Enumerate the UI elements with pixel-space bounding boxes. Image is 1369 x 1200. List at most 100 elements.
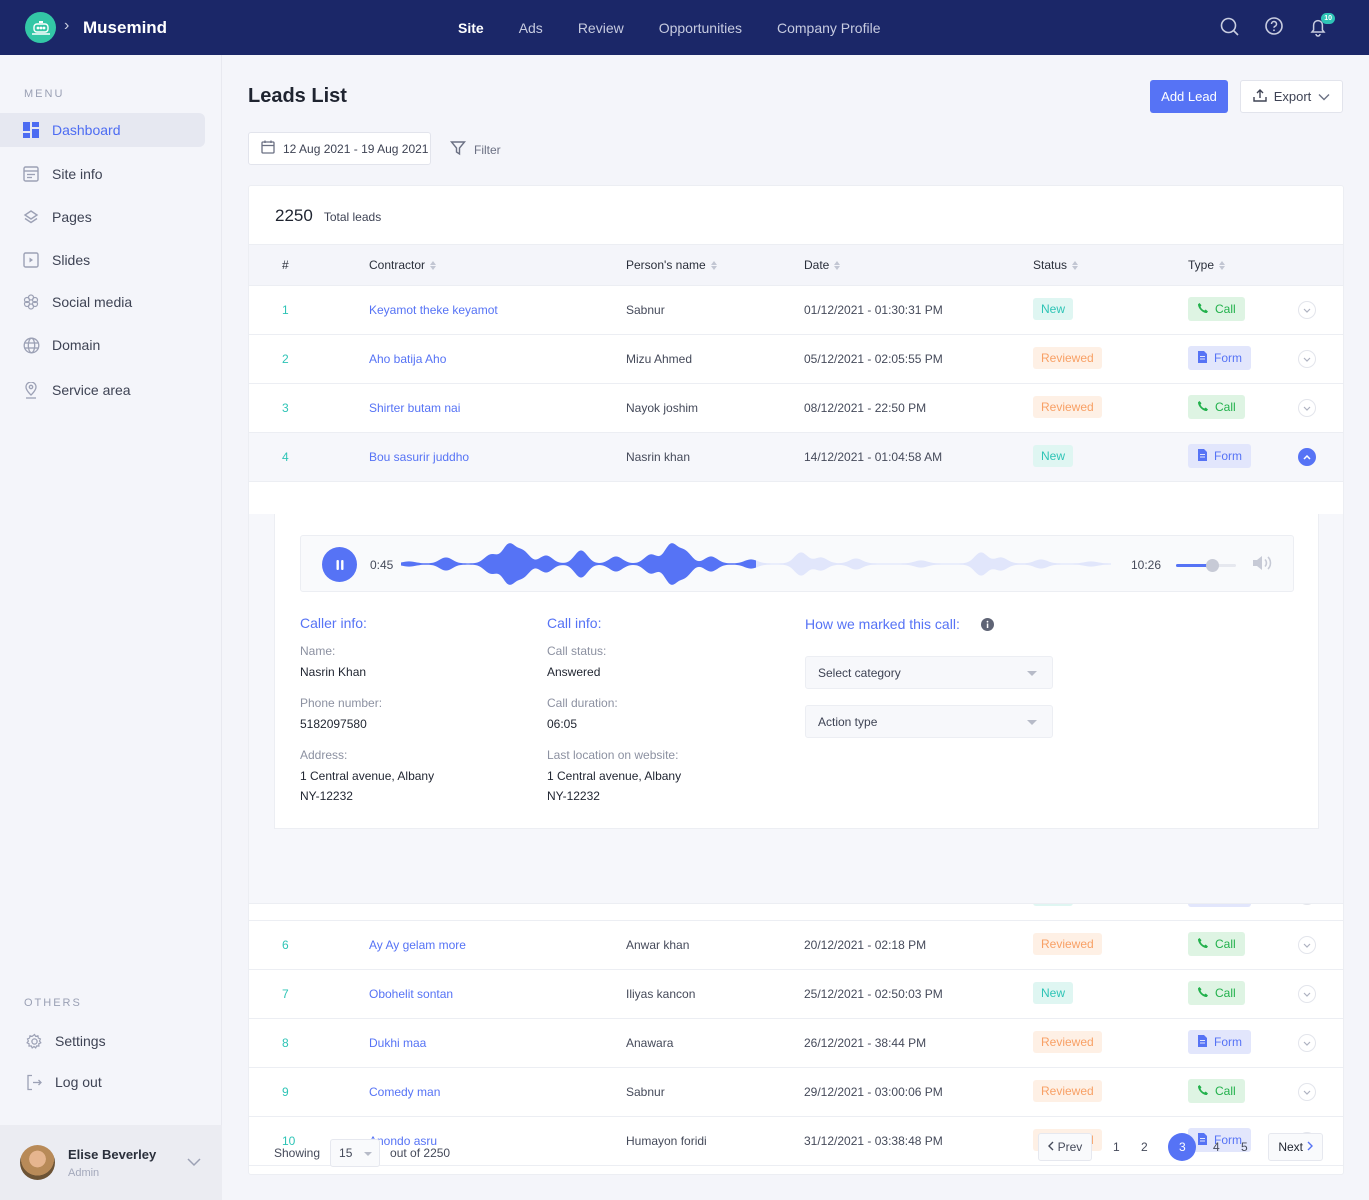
expand-row-button[interactable] [1298,301,1316,319]
expand-row-button[interactable] [1298,985,1316,1003]
sidebar-item-settings[interactable]: Settings [0,1024,205,1058]
phone-icon [1197,302,1209,317]
site-info-icon [22,165,40,183]
sort-icon [710,260,717,270]
table-row[interactable]: 1 Keyamot theke keyamot Sabnur 01/12/2021 -… [249,286,1343,335]
action-type-select[interactable]: Action type [805,705,1053,738]
header-contractor[interactable]: Contractor [369,258,437,272]
menu-label: MENU [24,88,65,100]
per-page-value: 15 [339,1146,353,1160]
add-lead-button[interactable]: Add Lead [1150,80,1228,113]
expand-row-button[interactable] [1298,399,1316,417]
info-icon[interactable] [981,618,994,634]
category-select[interactable]: Select category [805,656,1053,689]
type-label: Form [1214,1035,1242,1049]
sidebar-item-slides[interactable]: Slides [0,243,205,277]
chevron-down-icon[interactable] [187,1155,201,1170]
leads-card: 2250 Total leads # Contractor Person's n… [248,185,1344,1175]
per-page-select[interactable]: 15 [330,1139,381,1167]
expand-row-button[interactable] [1298,350,1316,368]
sidebar-item-site-info[interactable]: Site info [0,157,205,191]
filter-label: Filter [474,142,501,157]
musemind-logo[interactable] [25,12,56,43]
page-5[interactable]: 5 [1230,1133,1258,1161]
lead-date: 29/12/2021 - 03:00:06 PM [804,1085,943,1099]
table-row[interactable]: 3 Shirter butam nai Nayok joshim 08/12/2021… [249,384,1343,433]
contractor-link[interactable]: Comedy man [369,1085,440,1099]
type-badge: Call [1188,981,1245,1005]
header-label: Status [1033,258,1068,272]
social-icon [22,293,40,311]
page-3[interactable]: 3 [1168,1133,1197,1161]
contractor-link[interactable]: Ay Ay gelam more [369,938,466,952]
chevron-left-icon [1047,1140,1054,1154]
sidebar-item-social-media[interactable]: Social media [0,285,205,319]
contractor-link[interactable]: Aho batija Aho [369,352,446,366]
filter-button[interactable]: Filter [450,140,501,159]
header-status[interactable]: Status [1033,258,1079,272]
sidebar-item-service-area[interactable]: Service area [0,373,205,407]
header-number: # [282,258,289,272]
action-type-select-text: Action type [818,714,878,729]
bell-icon[interactable]: 10 [1307,13,1335,38]
sort-icon [1072,260,1079,270]
call-status-label: Call status: [547,644,607,658]
top-nav-review[interactable]: Review [578,20,624,36]
top-nav-opportunities[interactable]: Opportunities [659,20,742,36]
lead-date: 05/12/2021 - 02:05:55 PM [804,352,943,366]
sidebar-item-logout[interactable]: Log out [0,1065,205,1099]
sidebar-item-domain[interactable]: Domain [0,328,205,362]
total-count: 2250 [275,206,313,225]
search-icon[interactable] [1219,16,1241,38]
call-duration-label: Call duration: [547,696,618,710]
type-label: Form [1214,351,1242,365]
table-row[interactable]: 8 Dukhi maa Anawara 26/12/2021 - 38:44 PM Re… [249,1019,1343,1068]
type-badge: Form [1188,444,1251,468]
table-row[interactable]: 7 Obohelit sontan Iliyas kancon 25/12/2021 … [249,970,1343,1019]
brand-name[interactable]: Musemind [83,18,167,38]
sidebar: MENU Dashboard Site info Pages Slides So… [0,55,222,1200]
help-icon[interactable] [1263,16,1285,38]
avatar [20,1145,55,1180]
contractor-link[interactable]: Bou sasurir juddho [369,450,469,464]
pause-button[interactable] [322,547,357,582]
header-person-name[interactable]: Person's name [626,258,717,272]
volume-knob[interactable] [1206,559,1219,572]
sidebar-item-dashboard[interactable]: Dashboard [0,113,205,147]
top-nav-company-profile[interactable]: Company Profile [777,20,881,36]
type-label: Form [1214,449,1242,463]
header-type[interactable]: Type [1188,258,1226,272]
user-profile[interactable]: Elise Beverley Admin [0,1125,222,1200]
expand-row-button[interactable] [1298,1083,1316,1101]
page-2[interactable]: 2 [1130,1133,1158,1161]
sidebar-item-pages[interactable]: Pages [0,200,205,234]
expand-row-button[interactable] [1298,1034,1316,1052]
date-range-picker[interactable]: 12 Aug 2021 - 19 Aug 2021 [248,132,431,165]
collapse-row-button[interactable] [1298,448,1316,466]
contractor-link[interactable]: Shirter butam nai [369,401,460,415]
contractor-link[interactable]: Keyamot theke keyamot [369,303,498,317]
page-4[interactable]: 4 [1202,1133,1230,1161]
next-button[interactable]: Next [1268,1133,1323,1161]
user-name: Elise Beverley [68,1146,157,1162]
contractor-link[interactable]: Dukhi maa [369,1036,426,1050]
prev-button[interactable]: Prev [1037,1133,1093,1161]
export-button[interactable]: Export [1240,80,1343,113]
sidebar-item-label: Settings [55,1033,106,1049]
table-row[interactable]: 4 Bou sasurir juddho Nasrin khan 14/12/2021… [249,433,1343,482]
speaker-icon[interactable] [1251,554,1273,575]
top-nav-site[interactable]: Site [458,20,484,36]
person-name: Sabnur [626,1085,665,1099]
contractor-link[interactable]: Obohelit sontan [369,987,453,1001]
header-date[interactable]: Date [804,258,841,272]
expand-row-button[interactable] [1298,936,1316,954]
page-1[interactable]: 1 [1102,1133,1130,1161]
table-row[interactable]: 9 Comedy man Sabnur 29/12/2021 - 03:00:06 P… [249,1068,1343,1117]
audio-waveform[interactable] [401,541,1111,587]
sort-icon [1219,260,1226,270]
table-row[interactable]: 2 Aho batija Aho Mizu Ahmed 05/12/2021 - 02… [249,335,1343,384]
top-nav-ads[interactable]: Ads [519,20,543,36]
volume-slider[interactable] [1176,559,1236,572]
chevron-right-icon [1307,1140,1313,1154]
table-row[interactable]: 6 Ay Ay gelam more Anwar khan 20/12/2021 - … [249,921,1343,970]
